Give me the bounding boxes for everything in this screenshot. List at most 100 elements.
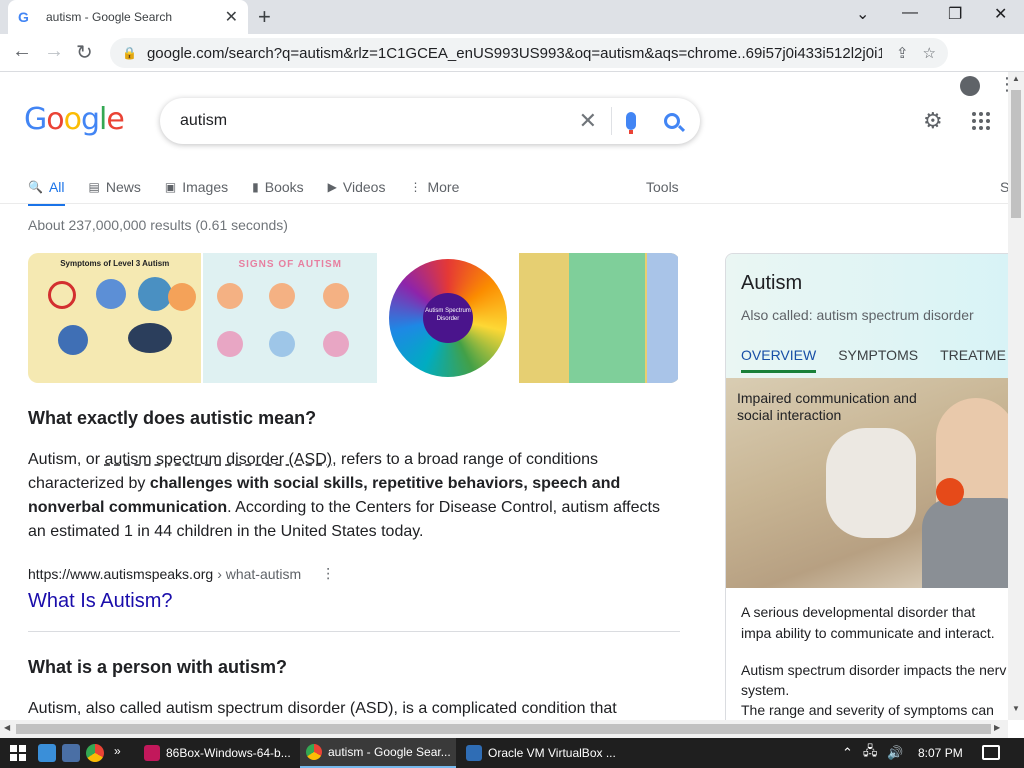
image-icon: ▣ bbox=[164, 180, 177, 194]
image-result-4[interactable] bbox=[518, 253, 679, 383]
tray-chevron-icon[interactable]: ⌃ bbox=[842, 745, 853, 761]
illustration-shape bbox=[58, 325, 88, 355]
tab-label: All bbox=[48, 179, 65, 195]
volume-icon[interactable]: 🔊 bbox=[887, 745, 903, 761]
video-icon: ▶ bbox=[327, 180, 337, 194]
maximize-button[interactable]: ❐ bbox=[948, 4, 962, 24]
kp-tab-symptoms[interactable]: SYMPTOMS bbox=[838, 347, 918, 373]
result-citation: https://www.autismspeaks.org › what-auti… bbox=[28, 565, 335, 582]
tab-images[interactable]: ▣ Images bbox=[165, 172, 228, 202]
bookmark-star-icon[interactable]: ☆ bbox=[923, 44, 936, 62]
back-button[interactable]: ← bbox=[12, 40, 32, 63]
tab-books[interactable]: ▮ Books bbox=[252, 172, 304, 202]
image-result-1[interactable]: Symptoms of Level 3 Autism bbox=[28, 253, 202, 383]
reload-button[interactable]: ↻ bbox=[76, 40, 93, 65]
cite-domain[interactable]: https://www.autismspeaks.org bbox=[28, 566, 213, 582]
overflow-chevron-icon[interactable]: » bbox=[114, 744, 132, 762]
taskbar-86box[interactable]: 86Box-Windows-64-b... bbox=[138, 738, 296, 768]
image-result-3[interactable]: Autism Spectrum Disorder bbox=[378, 253, 517, 383]
illustration-shape bbox=[128, 323, 172, 353]
kp-tab-treatment[interactable]: TREATME bbox=[940, 347, 1006, 373]
tools-button[interactable]: Tools bbox=[646, 172, 679, 202]
browser-tab[interactable]: G autism - Google Search ✕ bbox=[8, 0, 248, 34]
pillow-shape bbox=[826, 428, 916, 538]
scroll-down-arrow-icon[interactable]: ▼ bbox=[1012, 704, 1020, 713]
illustration-shape bbox=[269, 331, 296, 357]
url-text[interactable]: google.com/search?q=autism&rlz=1C1GCEA_e… bbox=[147, 45, 882, 62]
clear-search-icon[interactable]: ✕ bbox=[579, 108, 597, 134]
tab-more[interactable]: ⋮ More bbox=[409, 172, 459, 202]
tab-videos[interactable]: ▶ Videos bbox=[328, 172, 386, 202]
asd-level-2-panel bbox=[568, 253, 645, 383]
tabs-divider bbox=[0, 203, 1008, 204]
google-apps-icon[interactable] bbox=[972, 112, 990, 130]
illustration-shape bbox=[323, 283, 350, 309]
windows-taskbar: » 86Box-Windows-64-b... autism - Google … bbox=[0, 738, 1024, 768]
asd-level-3-panel bbox=[646, 253, 679, 383]
new-tab-button[interactable]: + bbox=[258, 4, 271, 30]
close-tab-icon[interactable]: ✕ bbox=[225, 7, 238, 27]
forward-button[interactable]: → bbox=[44, 40, 64, 63]
toy-shape bbox=[936, 478, 964, 506]
snippet-text-part: Autism, or bbox=[28, 451, 105, 468]
result-stats: About 237,000,000 results (0.61 seconds) bbox=[28, 217, 288, 233]
vertical-scrollbar[interactable]: ▲ ▼ bbox=[1008, 72, 1024, 720]
microphone-icon[interactable] bbox=[626, 112, 636, 134]
taskbar-clock[interactable]: 8:07 PM bbox=[918, 738, 963, 768]
scroll-left-arrow-icon[interactable]: ◀ bbox=[4, 723, 10, 732]
kp-tabs: OVERVIEW SYMPTOMS TREATME bbox=[741, 347, 1008, 373]
search-box[interactable]: autism ✕ bbox=[160, 98, 700, 144]
horizontal-scroll-thumb[interactable] bbox=[16, 724, 991, 734]
more-options-icon[interactable]: ⋮ bbox=[321, 565, 335, 582]
tab-label: More bbox=[427, 179, 460, 195]
lock-icon[interactable]: 🔒 bbox=[122, 46, 137, 60]
notifications-icon[interactable] bbox=[982, 745, 1000, 760]
result-title-link[interactable]: What Is Autism? bbox=[28, 590, 173, 613]
search-input[interactable]: autism bbox=[180, 112, 579, 130]
close-window-button[interactable]: ✕ bbox=[994, 4, 1007, 24]
kp-illustration[interactable]: Impaired communication and social intera… bbox=[726, 378, 1008, 588]
scroll-up-arrow-icon[interactable]: ▲ bbox=[1012, 74, 1020, 83]
taskbar-virtualbox[interactable]: Oracle VM VirtualBox ... bbox=[460, 738, 618, 768]
network-icon[interactable]: 🖧 bbox=[863, 742, 878, 764]
vertical-scroll-thumb[interactable] bbox=[1011, 90, 1021, 218]
kp-desc-3: The range and severity of symptoms can v… bbox=[741, 702, 994, 718]
windows-start-icon[interactable] bbox=[10, 745, 26, 761]
knowledge-panel: Autism Also called: autism spectrum diso… bbox=[725, 253, 1008, 720]
tab-search-icon[interactable]: ⌄ bbox=[856, 4, 869, 24]
chrome-icon[interactable] bbox=[86, 744, 104, 762]
search-icon: 🔍 bbox=[28, 180, 43, 194]
image-1-title: Symptoms of Level 3 Autism bbox=[60, 259, 170, 268]
snippet-definition-link[interactable]: autism spectrum disorder (ASD) bbox=[104, 451, 332, 468]
image-results-strip: Symptoms of Level 3 Autism SIGNS OF AUTI… bbox=[28, 253, 680, 383]
task-view-icon[interactable] bbox=[38, 744, 56, 762]
kp-desc-1: A serious developmental disorder that im… bbox=[741, 604, 995, 641]
google-logo[interactable]: Google bbox=[24, 102, 125, 137]
scroll-right-arrow-icon[interactable]: ▶ bbox=[994, 723, 1000, 732]
settings-gear-icon[interactable]: ⚙ bbox=[923, 108, 943, 134]
task-label: 86Box-Windows-64-b... bbox=[166, 746, 291, 760]
horizontal-scrollbar[interactable]: ◀ ▶ bbox=[0, 720, 1008, 738]
browser-toolbar: ← → ↻ 🔒 google.com/search?q=autism&rlz=1… bbox=[0, 34, 1024, 96]
kp-desc-2: Autism spectrum disorder impacts the ner… bbox=[741, 662, 1007, 698]
taskbar-chrome[interactable]: autism - Google Sear... bbox=[300, 738, 456, 768]
search-icon[interactable] bbox=[664, 113, 680, 129]
kp-title: Autism bbox=[741, 272, 803, 294]
minimize-button[interactable]: — bbox=[902, 4, 918, 22]
tab-title: autism - Google Search bbox=[46, 10, 173, 24]
shirt-shape bbox=[922, 498, 1008, 588]
explorer-icon[interactable] bbox=[62, 744, 80, 762]
image-result-2[interactable]: SIGNS OF AUTISM bbox=[203, 253, 377, 383]
more-vert-icon: ⋮ bbox=[409, 180, 422, 194]
address-bar[interactable]: 🔒 google.com/search?q=autism&rlz=1C1GCEA… bbox=[110, 38, 948, 68]
kp-tab-overview[interactable]: OVERVIEW bbox=[741, 347, 817, 373]
second-question[interactable]: What is a person with autism? bbox=[28, 657, 287, 678]
tab-news[interactable]: ▤ News bbox=[89, 172, 141, 202]
safesearch-button-cut[interactable]: S bbox=[1000, 172, 1008, 202]
tab-label: News bbox=[105, 179, 141, 195]
share-icon[interactable]: ⇪ bbox=[896, 44, 909, 62]
snippet-question[interactable]: What exactly does autistic mean? bbox=[28, 408, 316, 429]
knowledge-panel-header: Autism Also called: autism spectrum diso… bbox=[726, 254, 1008, 378]
tab-label: Videos bbox=[342, 179, 386, 195]
tab-all[interactable]: 🔍 All bbox=[28, 172, 65, 206]
